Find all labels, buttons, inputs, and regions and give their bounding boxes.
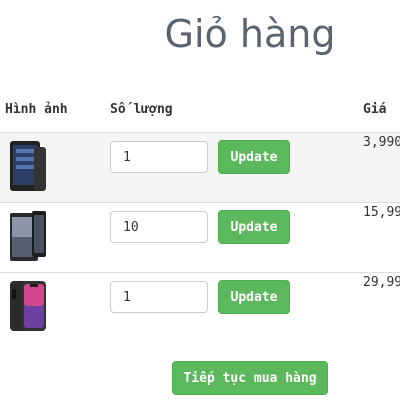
column-header-image: Hình ảnh	[5, 102, 68, 117]
page-title: Giỏ hàng	[164, 12, 336, 56]
continue-shopping-button[interactable]: Tiếp tục mua hàng	[172, 361, 328, 395]
quantity-input[interactable]	[110, 211, 208, 243]
price-cell: 29,99	[363, 275, 400, 290]
price-cell: 3,990	[363, 135, 400, 150]
price-cell: 15,99	[363, 205, 400, 220]
quantity-input[interactable]	[110, 281, 208, 313]
phone-iphone-x-thumbnail	[10, 281, 46, 331]
phone-xperia-thumbnail	[10, 211, 46, 261]
table-row: Update 15,99	[0, 202, 400, 273]
table-row: Update 29,99	[0, 272, 400, 343]
phone-black-thumbnail	[10, 141, 46, 191]
table-row: Update 3,990	[0, 132, 400, 203]
update-button[interactable]: Update	[218, 140, 290, 174]
update-button[interactable]: Update	[218, 280, 290, 314]
update-button[interactable]: Update	[218, 210, 290, 244]
quantity-input[interactable]	[110, 141, 208, 173]
column-header-quantity: Số lượng	[110, 102, 173, 117]
column-header-price: Giá	[363, 102, 387, 117]
